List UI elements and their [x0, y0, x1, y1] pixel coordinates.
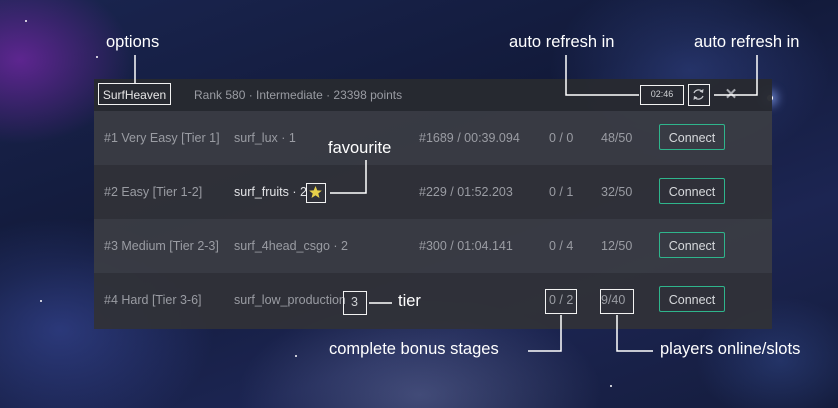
players-connector — [616, 315, 653, 352]
refresh-connector — [714, 55, 758, 96]
bonus-connector — [528, 315, 562, 352]
annotation-connectors — [134, 55, 758, 352]
favourite-connector — [330, 160, 367, 194]
timer-connector — [565, 55, 639, 96]
